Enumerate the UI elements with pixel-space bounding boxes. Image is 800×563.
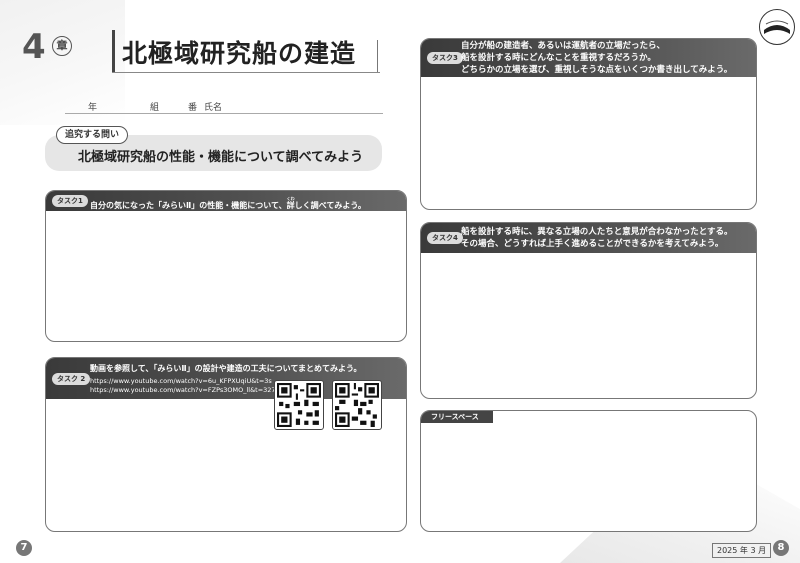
task3-label: タスク3 <box>427 52 463 64</box>
qr-code-1[interactable] <box>274 380 324 430</box>
date-box: 2025 年 3 月 <box>712 543 772 558</box>
task1-text: 自分の気になった「みらいⅡ」の性能・機能について、詳くわしく調べてみよう。 <box>90 196 366 210</box>
task3-box[interactable]: タスク3 自分が船の建造者、あるいは運航者の立場だったら、 船を設計する時にどん… <box>420 38 757 210</box>
task2-url-1[interactable]: https://www.youtube.com/watch?v=6u_KFPXU… <box>90 377 272 386</box>
task1-label: タスク1 <box>52 195 88 207</box>
task3-line-2: 船を設計する時にどんなことを重視するだろうか。 <box>461 53 656 63</box>
task4-line-2: その場合、どうすれば上手く進めることができるかを考えてみよう。 <box>461 239 724 249</box>
question-text: 北極域研究船の性能・機能について調べてみよう <box>78 150 364 165</box>
background-mountain-left <box>0 0 125 125</box>
number-field-label: 番 <box>188 103 198 113</box>
qr-code-1-pattern <box>277 383 321 427</box>
page-title: 北極域研究船の建造 <box>122 39 357 68</box>
free-space-label: フリースペース <box>421 411 493 423</box>
task2-text: 動画を参照して、「みらいⅡ」の設計や建造の工夫についてまとめてみよう。 <box>90 364 362 373</box>
task2-url-2[interactable]: https://www.youtube.com/watch?v=FZPs3OMO… <box>90 386 279 395</box>
chapter-kanji: 章 <box>52 36 72 56</box>
right-page-number: 8 <box>773 540 789 556</box>
class-field-label: 組 <box>150 103 160 113</box>
chapter-number: 4 <box>22 27 46 67</box>
logo-icon <box>759 9 795 45</box>
task4-header: タスク4 船を設計する時に、異なる立場の人たちと意見が合わなかったとする。 その… <box>421 223 756 253</box>
task3-line-1: 自分が船の建造者、あるいは運航者の立場だったら、 <box>461 41 666 51</box>
name-field-label: 氏名 <box>204 103 223 113</box>
title-accent-bar <box>112 30 115 72</box>
task1-ruby: 詳くわ <box>286 196 295 210</box>
task4-box[interactable]: タスク4 船を設計する時に、異なる立場の人たちと意見が合わなかったとする。 その… <box>420 222 757 399</box>
task1-header: タスク1 自分の気になった「みらいⅡ」の性能・機能について、詳くわしく調べてみよ… <box>46 191 406 211</box>
question-tag: 追究する問い <box>56 126 129 144</box>
task2-label: タスク 2 <box>52 373 91 385</box>
task4-label: タスク4 <box>427 232 463 244</box>
task3-line-3: どちらかの立場を選び、重視しそうな点をいくつか書き出してみよう。 <box>461 65 733 75</box>
qr-code-2-pattern <box>335 383 379 427</box>
task2-box[interactable]: タスク 2 動画を参照して、「みらいⅡ」の設計や建造の工夫についてまとめてみよう… <box>45 357 407 532</box>
left-page-number: 7 <box>16 540 32 556</box>
title-underline <box>112 72 380 73</box>
name-field-line[interactable] <box>65 113 383 114</box>
free-space-box[interactable]: フリースペース <box>420 410 757 532</box>
task1-box[interactable]: タスク1 自分の気になった「みらいⅡ」の性能・機能について、詳くわしく調べてみよ… <box>45 190 407 342</box>
qr-code-2[interactable] <box>332 380 382 430</box>
year-field-label: 年 <box>88 103 98 113</box>
task4-line-1: 船を設計する時に、異なる立場の人たちと意見が合わなかったとする。 <box>461 227 733 237</box>
task3-header: タスク3 自分が船の建造者、あるいは運航者の立場だったら、 船を設計する時にどん… <box>421 39 756 77</box>
title-end-bar <box>377 40 378 72</box>
